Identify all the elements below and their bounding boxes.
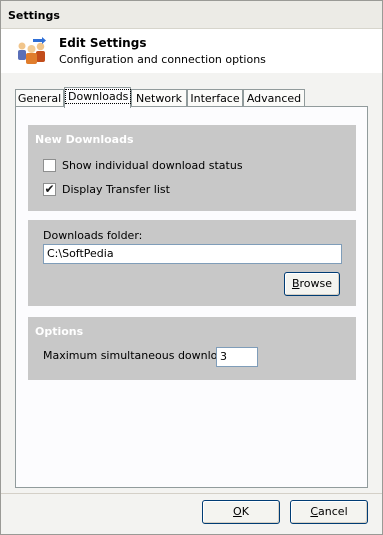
dialog-header: Edit Settings Configuration and connecti… xyxy=(1,29,382,73)
options-group: Options Maximum simultaneous downloads: … xyxy=(28,317,356,380)
display-transfer-checkbox[interactable]: ✔ xyxy=(43,181,56,196)
show-status-option[interactable]: Show individual download status xyxy=(43,158,243,172)
header-title: Edit Settings xyxy=(59,36,147,50)
checkmark-icon: ✔ xyxy=(44,181,55,196)
settings-people-icon xyxy=(18,37,46,64)
header-subtitle: Configuration and connection options xyxy=(59,53,266,66)
new-downloads-group: New Downloads Show individual download s… xyxy=(28,125,356,211)
display-transfer-option[interactable]: ✔ Display Transfer list xyxy=(43,182,170,196)
window-title: Settings xyxy=(8,9,60,22)
browse-button[interactable]: Browse xyxy=(284,272,340,296)
downloads-panel: New Downloads Show individual download s… xyxy=(15,106,368,488)
show-status-checkbox[interactable] xyxy=(43,158,56,172)
downloads-folder-label: Downloads folder: xyxy=(43,229,143,242)
tab-advanced[interactable]: Advanced xyxy=(243,89,305,107)
tab-downloads[interactable]: Downloads xyxy=(64,87,132,108)
cancel-button[interactable]: Cancel xyxy=(290,500,368,524)
show-status-label: Show individual download status xyxy=(62,158,243,172)
options-title: Options xyxy=(35,325,84,338)
max-downloads-input[interactable]: 3 xyxy=(216,347,258,367)
tab-interface[interactable]: Interface xyxy=(187,89,243,107)
footer-divider xyxy=(1,493,382,494)
tab-network[interactable]: Network xyxy=(131,89,187,107)
display-transfer-label: Display Transfer list xyxy=(62,182,170,196)
settings-window: Settings Edit Settings Configuration and… xyxy=(0,0,383,535)
downloads-folder-group: Downloads folder: C:\SoftPedia Browse xyxy=(28,220,356,306)
tab-general[interactable]: General xyxy=(15,89,64,107)
title-bar[interactable]: Settings xyxy=(1,1,382,29)
ok-button[interactable]: OK xyxy=(202,500,280,524)
max-downloads-label: Maximum simultaneous downloads: xyxy=(43,349,241,362)
downloads-folder-input[interactable]: C:\SoftPedia xyxy=(43,244,342,264)
new-downloads-title: New Downloads xyxy=(35,133,134,146)
